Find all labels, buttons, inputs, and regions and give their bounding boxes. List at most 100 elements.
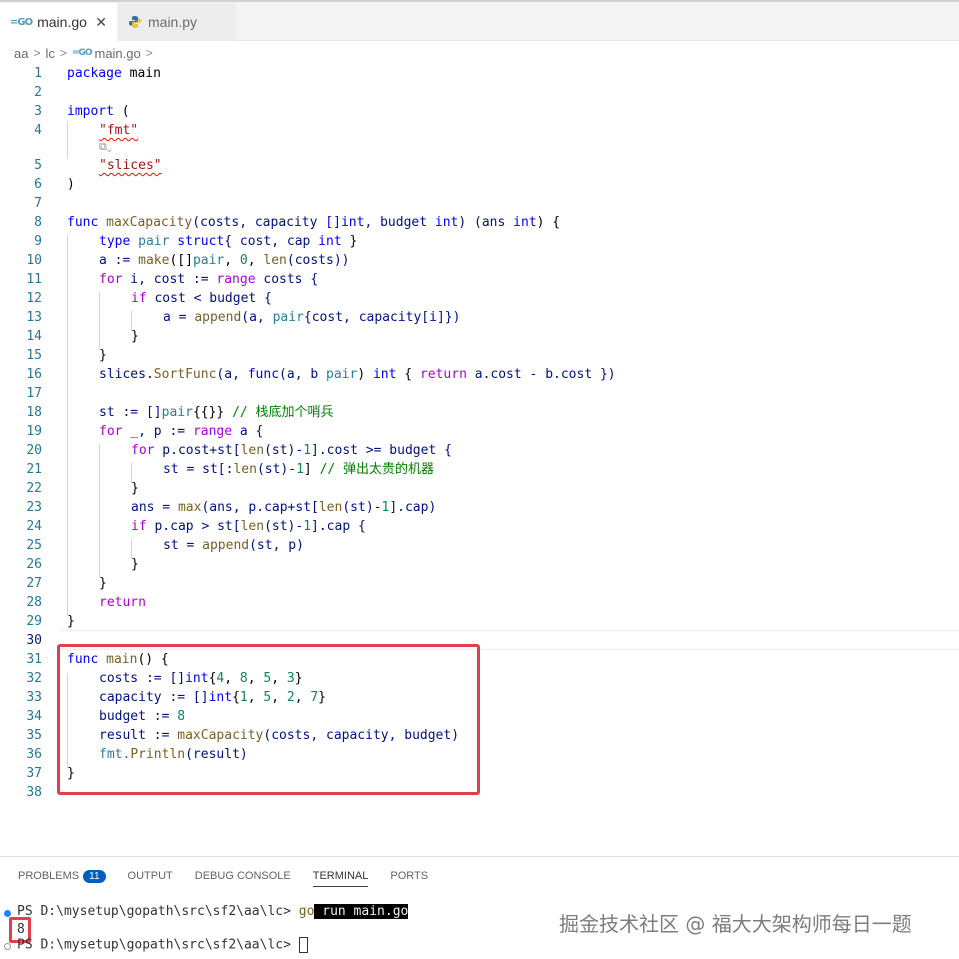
tab-label: main.go: [37, 14, 87, 30]
go-file-icon: =GO: [10, 16, 33, 28]
code-text: p.cap > st[: [146, 519, 241, 534]
terminal-line-2[interactable]: PS D:\mysetup\gopath\src\sf2\aa\lc>: [17, 937, 308, 953]
type-name: pair: [192, 253, 225, 268]
code-text: {: [396, 367, 420, 382]
problems-count-badge: 11: [83, 869, 106, 883]
code-text: ([]: [169, 253, 193, 268]
code-text: ): [67, 177, 75, 192]
code-text: (a,: [241, 310, 273, 325]
tab-terminal[interactable]: TERMINAL: [312, 865, 369, 887]
line-number: 27: [26, 576, 42, 591]
tab-ports[interactable]: PORTS: [390, 865, 428, 887]
import-string[interactable]: "slices": [99, 158, 162, 173]
breadcrumb-item-aa[interactable]: aa: [14, 46, 28, 61]
code-line: 1 package main: [0, 64, 959, 83]
tab-main-go[interactable]: =GO main.go ✕: [0, 3, 117, 41]
code-text: a {: [232, 424, 264, 439]
type-name: pair: [161, 405, 193, 420]
tab-label: TERMINAL: [312, 869, 369, 882]
keyword: if: [131, 291, 147, 306]
number: 0: [239, 253, 248, 268]
code-text: }: [99, 348, 107, 363]
line-number: 15: [26, 348, 42, 363]
keyword: if: [131, 519, 147, 534]
keyword: int: [513, 215, 537, 230]
terminal-line-1: PS D:\mysetup\gopath\src\sf2\aa\lc> go r…: [17, 904, 409, 919]
code-text: ans =: [131, 500, 178, 515]
keyword: int: [434, 215, 459, 230]
type-name: pair: [272, 310, 304, 325]
keyword: return: [419, 367, 467, 382]
line-number: 4: [34, 123, 42, 138]
line-number: 38: [26, 785, 42, 800]
keyword: int: [318, 234, 342, 249]
line-number: 5: [34, 158, 42, 173]
code-text: st := []: [99, 405, 162, 420]
function-name: maxCapacity: [98, 215, 193, 230]
keyword: package: [67, 66, 122, 81]
line-number: 19: [26, 424, 42, 439]
code-text: }: [341, 234, 358, 249]
type-name: pair: [326, 367, 358, 382]
code-text: {cost, capacity[i]}): [303, 310, 461, 325]
breadcrumb-item-lc[interactable]: lc: [45, 46, 54, 61]
code-line: 27}: [0, 574, 959, 593]
code-line: 7: [0, 194, 959, 213]
builtin-function: len: [240, 443, 265, 458]
copy-chevron-icon[interactable]: ⧉⌄: [99, 141, 112, 154]
builtin-function: len: [233, 462, 257, 477]
line-number: 12: [26, 291, 42, 306]
code-line: 4 "fmt": [0, 121, 959, 140]
line-number: 10: [26, 253, 42, 268]
type-name: pair: [130, 234, 178, 249]
line-number: 35: [26, 728, 42, 743]
number: 1: [303, 519, 312, 534]
tab-output[interactable]: OUTPUT: [128, 865, 173, 887]
code-text: costs {: [255, 272, 319, 287]
code-line: 2: [0, 83, 959, 102]
code-line: 25 st = append(st, p): [0, 536, 959, 555]
line-number: 23: [26, 500, 42, 515]
line-number: 37: [26, 766, 42, 781]
terminal-cursor: [298, 937, 308, 953]
line-number: 8: [34, 215, 42, 230]
tab-problems[interactable]: PROBLEMS 11: [18, 865, 106, 887]
code-text: slices.: [99, 367, 154, 382]
code-line: 15}: [0, 346, 959, 365]
line-number: 13: [26, 310, 42, 325]
tab-debug-console[interactable]: DEBUG CONSOLE: [195, 865, 291, 887]
code-text: }: [131, 557, 139, 572]
code-line: 18 st := []pair{{}} // 栈底加个哨兵: [0, 403, 959, 422]
python-file-icon: [129, 16, 141, 28]
line-number: 7: [34, 196, 42, 211]
keyword: for: [99, 424, 123, 439]
line-number: 2: [34, 85, 42, 100]
tab-main-py[interactable]: main.py: [118, 3, 236, 41]
terminal-prompt: PS D:\mysetup\gopath\src\sf2\aa\lc>: [17, 904, 299, 919]
panel-tabs: PROBLEMS 11 OUTPUT DEBUG CONSOLE TERMINAL…: [18, 865, 450, 887]
line-number: 6: [34, 177, 42, 192]
keyword: range: [192, 424, 233, 439]
code-text: ].cap): [389, 500, 437, 515]
line-number: 26: [26, 557, 42, 572]
code-text: (costs, capacity: [192, 215, 326, 230]
code-line: 29}: [0, 612, 959, 631]
code-text: (st)-: [264, 519, 304, 534]
line-number: 30: [26, 633, 42, 648]
keyword: func: [247, 367, 280, 382]
command-status-dot: [4, 910, 11, 917]
builtin-function: len: [240, 519, 265, 534]
code-text: (st)-: [256, 462, 297, 477]
line-number: 11: [26, 272, 42, 287]
editor-tab-bar: =GO main.go ✕ main.py: [0, 0, 959, 41]
code-text: ,: [247, 253, 264, 268]
code-text: a.cost - b.cost }): [466, 367, 616, 382]
close-icon[interactable]: ✕: [95, 14, 107, 31]
code-text: st =: [163, 538, 203, 553]
builtin-function: len: [318, 500, 343, 515]
code-text: main: [121, 66, 161, 81]
import-string[interactable]: "fmt": [99, 123, 138, 138]
line-number: 16: [26, 367, 42, 382]
code-text: (a, b: [279, 367, 327, 382]
breadcrumb-item-file[interactable]: main.go: [94, 46, 140, 61]
